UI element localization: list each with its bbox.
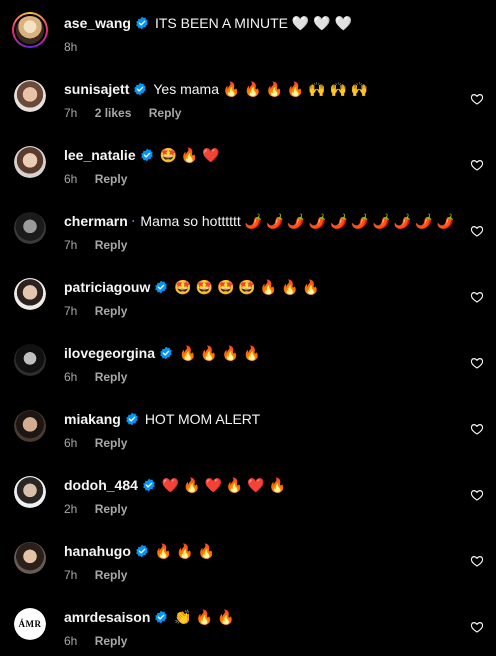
comment-avatar[interactable] (14, 476, 46, 508)
verified-badge-icon (136, 544, 148, 558)
reply-button[interactable]: Reply (149, 106, 182, 120)
reply-button[interactable]: Reply (95, 172, 128, 186)
comment-time: 2h (64, 502, 78, 516)
comment-row: hanahugo 🔥 🔥 🔥 7h Reply (12, 538, 484, 598)
like-heart-icon[interactable] (470, 554, 484, 568)
comment-avatar[interactable]: ÁMR (14, 608, 46, 640)
comment-row: patriciagouw 🤩 🤩 🤩 🤩 🔥 🔥 🔥 7h Reply (12, 274, 484, 334)
comment-text: 🔥 🔥 🔥 (154, 543, 215, 559)
caption-time: 8h (64, 40, 78, 54)
comment-username[interactable]: amrdesaison (64, 606, 150, 628)
comment-row: ÁMR amrdesaison 👏 🔥 🔥 6h Reply (12, 604, 484, 656)
comment-text: 🤩 🔥 ❤️ (159, 147, 220, 163)
comment-username[interactable]: patriciagouw (64, 276, 150, 298)
comment-username[interactable]: ilovegeorgina (64, 342, 155, 364)
comment-username[interactable]: lee_natalie (64, 144, 136, 166)
reply-button[interactable]: Reply (95, 634, 128, 648)
comment-avatar[interactable] (14, 80, 46, 112)
comment-time: 6h (64, 370, 78, 384)
comment-avatar[interactable] (14, 146, 46, 178)
comment-avatar[interactable] (14, 410, 46, 442)
like-heart-icon[interactable] (470, 92, 484, 106)
comment-time: 7h (64, 238, 78, 252)
comment-avatar[interactable] (14, 278, 46, 310)
caption-username[interactable]: ase_wang (64, 12, 131, 34)
like-heart-icon[interactable] (470, 422, 484, 436)
verified-badge-icon (143, 478, 155, 492)
reply-button[interactable]: Reply (95, 568, 128, 582)
like-heart-icon[interactable] (470, 488, 484, 502)
like-heart-icon[interactable] (470, 224, 484, 238)
comment-avatar[interactable] (14, 212, 46, 244)
reply-button[interactable]: Reply (95, 304, 128, 318)
comment-username[interactable]: sunisajett (64, 78, 129, 100)
comment-row: miakang HOT MOM ALERT 6h Reply (12, 406, 484, 466)
reply-button[interactable]: Reply (95, 370, 128, 384)
like-heart-icon[interactable] (470, 290, 484, 304)
like-heart-icon[interactable] (470, 356, 484, 370)
verified-badge-icon (134, 82, 147, 96)
comment-likes[interactable]: 2 likes (95, 106, 132, 120)
verified-badge-icon (136, 16, 148, 30)
comment-time: 6h (64, 172, 78, 186)
reply-button[interactable]: Reply (95, 436, 128, 450)
reply-button[interactable]: Reply (95, 502, 128, 516)
comment-avatar[interactable] (14, 542, 46, 574)
comment-text: Yes mama 🔥 🔥 🔥 🔥 🙌 🙌 🙌 (153, 81, 369, 97)
comment-avatar[interactable] (14, 344, 46, 376)
verified-badge-icon (132, 219, 135, 223)
comment-text: ❤️ 🔥 ❤️ 🔥 ❤️ 🔥 (161, 477, 286, 493)
comment-username[interactable]: miakang (64, 408, 121, 430)
comment-row: dodoh_484 ❤️ 🔥 ❤️ 🔥 ❤️ 🔥 2h Reply (12, 472, 484, 532)
comment-row: chermarn Mama so hotttttt 🌶️ 🌶️ 🌶️ 🌶️ 🌶️… (12, 208, 484, 268)
verified-badge-icon (155, 280, 168, 294)
caption-text: ITS BEEN A MINUTE 🤍 🤍 🤍 (154, 15, 352, 31)
post-caption: ase_wang ITS BEEN A MINUTE 🤍 🤍 🤍 8h (12, 10, 484, 60)
comment-username[interactable]: dodoh_484 (64, 474, 138, 496)
comment-text: 🔥 🔥 🔥 🔥 (179, 345, 261, 361)
like-heart-icon[interactable] (470, 620, 484, 634)
comment-text: 🤩 🤩 🤩 🤩 🔥 🔥 🔥 (174, 279, 320, 295)
verified-badge-icon (140, 148, 153, 162)
comment-text: Mama so hotttttt 🌶️ 🌶️ 🌶️ 🌶️ 🌶️ 🌶️ 🌶️ 🌶️… (140, 213, 454, 229)
comment-row: lee_natalie 🤩 🔥 ❤️ 6h Reply (12, 142, 484, 202)
comment-row: sunisajett Yes mama 🔥 🔥 🔥 🔥 🙌 🙌 🙌 7h 2 l… (12, 76, 484, 136)
comment-username[interactable]: chermarn (64, 210, 128, 232)
comment-time: 6h (64, 436, 78, 450)
like-heart-icon[interactable] (470, 158, 484, 172)
comment-time: 7h (64, 568, 78, 582)
comment-time: 7h (64, 106, 78, 120)
verified-badge-icon (160, 346, 172, 360)
comment-time: 6h (64, 634, 78, 648)
comment-username[interactable]: hanahugo (64, 540, 131, 562)
verified-badge-icon (126, 412, 138, 426)
comment-text: HOT MOM ALERT (144, 411, 261, 427)
reply-button[interactable]: Reply (95, 238, 128, 252)
comment-text: 👏 🔥 🔥 (174, 609, 235, 625)
comment-row: ilovegeorgina 🔥 🔥 🔥 🔥 6h Reply (12, 340, 484, 400)
caption-avatar[interactable] (12, 12, 48, 48)
verified-badge-icon (155, 610, 168, 624)
comment-time: 7h (64, 304, 78, 318)
